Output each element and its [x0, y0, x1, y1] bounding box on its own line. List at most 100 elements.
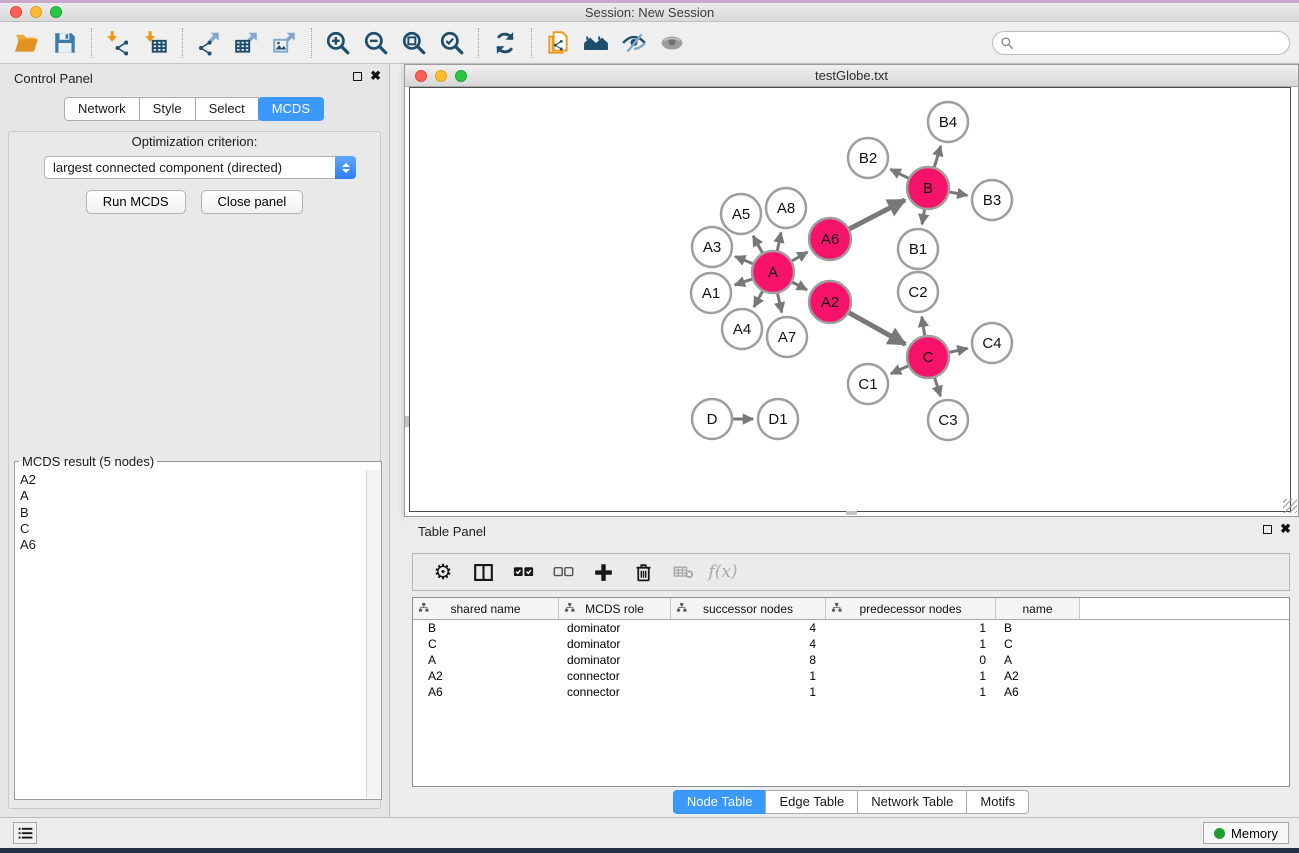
column-view-icon[interactable]	[469, 557, 497, 587]
edge-A-A5[interactable]	[753, 236, 762, 253]
open-file-icon[interactable]	[8, 25, 46, 61]
edge-C-C4[interactable]	[949, 348, 967, 352]
node-D1[interactable]: D1	[758, 399, 798, 439]
export-table-icon[interactable]	[228, 25, 266, 61]
result-item[interactable]: A	[20, 488, 366, 504]
resize-grip[interactable]	[1283, 499, 1297, 513]
delete-column-icon[interactable]	[629, 557, 657, 587]
result-item[interactable]: B	[20, 505, 366, 521]
node-A3[interactable]: A3	[692, 227, 732, 267]
edge-A-A7[interactable]	[778, 294, 782, 313]
edge-C-C1[interactable]	[891, 366, 908, 374]
node-A1[interactable]: A1	[691, 273, 731, 313]
node-D[interactable]: D	[692, 399, 732, 439]
tab-node-table[interactable]: Node Table	[673, 790, 767, 814]
edge-A-A4[interactable]	[754, 291, 763, 307]
node-A5[interactable]: A5	[721, 194, 761, 234]
tab-motifs[interactable]: Motifs	[966, 790, 1029, 814]
result-item[interactable]: A2	[20, 472, 366, 488]
edge-A-A1[interactable]	[735, 279, 752, 285]
column-header-MCDS-role[interactable]: MCDS role	[559, 598, 671, 619]
node-B[interactable]: B	[907, 167, 949, 209]
edge-A-A3[interactable]	[735, 256, 753, 263]
close-table-panel-icon[interactable]: ✖	[1280, 524, 1291, 534]
tab-network-table[interactable]: Network Table	[857, 790, 967, 814]
search-input[interactable]	[992, 31, 1290, 55]
edge-B-B3[interactable]	[950, 192, 968, 195]
edge-B-B4[interactable]	[934, 146, 940, 167]
tab-select[interactable]: Select	[195, 97, 259, 121]
table-row[interactable]: A2connector11A2	[413, 668, 1289, 684]
refresh-layout-icon[interactable]	[486, 25, 524, 61]
node-A6[interactable]: A6	[809, 218, 851, 260]
save-session-icon[interactable]	[46, 25, 84, 61]
select-all-icon[interactable]	[509, 557, 537, 587]
edge-B-B1[interactable]	[922, 210, 924, 225]
add-column-icon[interactable]	[589, 557, 617, 587]
result-item[interactable]: C	[20, 521, 366, 537]
import-table-icon[interactable]	[137, 25, 175, 61]
node-A8[interactable]: A8	[766, 188, 806, 228]
node-B1[interactable]: B1	[898, 229, 938, 269]
column-header-shared-name[interactable]: shared name	[413, 598, 559, 619]
edge-A6-B[interactable]	[850, 200, 905, 229]
home-icon[interactable]	[577, 25, 615, 61]
export-image-icon[interactable]	[266, 25, 304, 61]
horizontal-scrollbar-thumb[interactable]	[846, 511, 857, 515]
tab-network[interactable]: Network	[64, 97, 140, 121]
import-network-icon[interactable]	[99, 25, 137, 61]
float-panel-icon[interactable]	[353, 72, 362, 81]
zoom-selected-icon[interactable]	[433, 25, 471, 61]
zoom-fit-icon[interactable]	[395, 25, 433, 61]
column-header-name[interactable]: name	[996, 598, 1080, 619]
zoom-out-icon[interactable]	[357, 25, 395, 61]
node-C4[interactable]: C4	[972, 323, 1012, 363]
table-row[interactable]: Cdominator41C	[413, 636, 1289, 652]
node-A[interactable]: A	[752, 251, 794, 293]
run-mcds-button[interactable]: Run MCDS	[86, 190, 186, 214]
network-canvas[interactable]: B4 B2 B B3 A5A8A6 B1 A3 A A1 A2 C2 A4A7 C4 C C1 C3 D D1	[409, 87, 1291, 512]
edge-C-C2[interactable]	[922, 317, 925, 336]
table-row[interactable]: Bdominator41B	[413, 620, 1289, 636]
tab-style[interactable]: Style	[139, 97, 196, 121]
gear-icon[interactable]: ⚙	[429, 557, 457, 587]
node-B2[interactable]: B2	[848, 138, 888, 178]
edge-B-B2[interactable]	[890, 169, 908, 178]
close-panel-button[interactable]: Close panel	[201, 190, 304, 214]
edge-A-A6[interactable]	[792, 252, 807, 261]
table-row[interactable]: A6connector11A6	[413, 684, 1289, 700]
zoom-in-icon[interactable]	[319, 25, 357, 61]
export-network-icon[interactable]	[190, 25, 228, 61]
float-table-panel-icon[interactable]	[1263, 525, 1272, 534]
node-B3[interactable]: B3	[972, 180, 1012, 220]
tab-edge-table[interactable]: Edge Table	[765, 790, 858, 814]
node-C1[interactable]: C1	[848, 364, 888, 404]
deselect-all-icon[interactable]	[549, 557, 577, 587]
network-from-selection-icon[interactable]	[539, 25, 577, 61]
function-builder-icon: f(x)	[709, 557, 737, 587]
edge-A2-C[interactable]	[849, 313, 905, 345]
column-header-predecessor-nodes[interactable]: predecessor nodes	[826, 598, 996, 619]
result-item[interactable]: A6	[20, 537, 366, 553]
node-C2[interactable]: C2	[898, 272, 938, 312]
node-A4[interactable]: A4	[722, 309, 762, 349]
memory-button[interactable]: Memory	[1203, 822, 1289, 844]
node-A7[interactable]: A7	[767, 317, 807, 357]
node-A2[interactable]: A2	[809, 281, 851, 323]
task-history-button[interactable]	[13, 822, 37, 844]
edge-C-C3[interactable]	[935, 378, 941, 396]
edge-A-A2[interactable]	[792, 282, 807, 290]
column-header-successor-nodes[interactable]: successor nodes	[671, 598, 826, 619]
node-C3[interactable]: C3	[928, 400, 968, 440]
close-panel-icon[interactable]: ✖	[370, 71, 381, 81]
table-row[interactable]: Adominator80A	[413, 652, 1289, 668]
vertical-scrollbar-thumb[interactable]	[405, 416, 409, 427]
tab-mcds[interactable]: MCDS	[258, 97, 324, 121]
show-all-icon[interactable]	[653, 25, 691, 61]
hide-selected-icon[interactable]	[615, 25, 653, 61]
criterion-dropdown[interactable]: largest connected component (directed)	[44, 156, 356, 179]
node-C[interactable]: C	[907, 336, 949, 378]
result-scrollbar[interactable]	[367, 470, 380, 798]
node-B4[interactable]: B4	[928, 102, 968, 142]
edge-A-A8[interactable]	[777, 232, 781, 250]
